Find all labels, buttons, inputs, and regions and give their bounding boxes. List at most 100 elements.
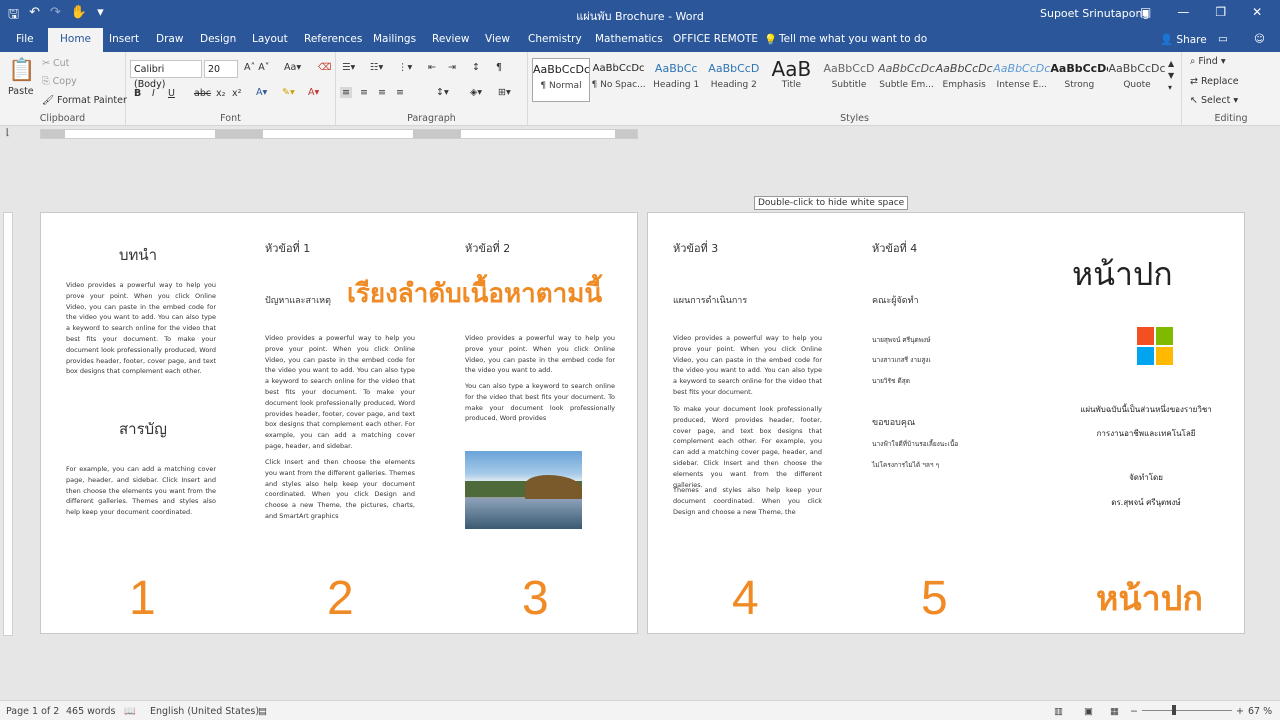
style-title[interactable]: AaB Title: [762, 58, 820, 102]
style-normal[interactable]: AaBbCcDc ¶ Normal: [532, 58, 590, 102]
tab-home[interactable]: Home: [48, 28, 104, 52]
page-2[interactable]: หัวข้อที่ 3 แผนการดำเนินการ Video provid…: [647, 212, 1245, 634]
align-right-icon[interactable]: ≡: [378, 87, 386, 98]
increase-indent-icon[interactable]: ⇥: [448, 62, 456, 73]
align-center-icon[interactable]: ≡: [360, 87, 368, 98]
style-heading-2[interactable]: AaBbCcD Heading 2: [705, 58, 763, 102]
style-preview: AaBbCcDc: [533, 63, 589, 76]
style-preview: AaBbCc: [654, 62, 698, 75]
smiley-icon[interactable]: ☺: [1254, 33, 1265, 45]
minimize-icon[interactable]: —: [1177, 5, 1189, 19]
highlight-icon[interactable]: ✎▾: [282, 87, 295, 98]
thanks-item: นางฟ้าใจดีที่บ้านรอเลี้ยงนะเนื้อ: [872, 440, 959, 448]
sort-icon[interactable]: ↕: [472, 62, 480, 73]
macro-icon[interactable]: ▤: [258, 706, 267, 717]
paragraph-label: Paragraph: [407, 113, 456, 124]
bullets-icon[interactable]: ☰▾: [342, 62, 355, 73]
topic-4-heading: หัวข้อที่ 4: [872, 242, 918, 255]
topic-1-heading: หัวข้อที่ 1: [265, 242, 311, 255]
proofing-icon[interactable]: 📖: [124, 706, 136, 717]
numbering-icon[interactable]: ☷▾: [370, 62, 383, 73]
style-subtle-em[interactable]: AaBbCcDc Subtle Em...: [878, 58, 936, 102]
topic-1-body-2: Click Insert and then choose the element…: [265, 458, 415, 520]
styles-scroll-icon[interactable]: ▲ ▼ ▾: [1168, 58, 1174, 94]
underline-button[interactable]: U: [168, 88, 175, 99]
find-button[interactable]: ⌕ Find ▾: [1190, 56, 1226, 67]
style-quote[interactable]: AaBbCcDc Quote: [1108, 58, 1166, 102]
comments-icon[interactable]: ▭: [1218, 33, 1228, 45]
paste-icon[interactable]: 📋: [8, 58, 35, 83]
format-painter-button[interactable]: 🖌 Format Painter: [42, 95, 127, 106]
superscript-button[interactable]: x²: [232, 88, 241, 99]
word-count[interactable]: 465 words: [66, 706, 115, 717]
replace-button[interactable]: ⇄ Replace: [1190, 76, 1239, 87]
close-icon[interactable]: ✕: [1252, 5, 1262, 19]
tab-office-remote[interactable]: OFFICE REMOTE: [673, 33, 758, 45]
horizontal-ruler[interactable]: [40, 129, 638, 139]
paste-button[interactable]: Paste: [8, 86, 34, 97]
print-layout-icon[interactable]: ▣: [1084, 706, 1093, 717]
vertical-ruler[interactable]: [3, 212, 13, 636]
strikethrough-button[interactable]: abc: [194, 88, 211, 99]
tab-design[interactable]: Design: [200, 33, 236, 45]
language[interactable]: English (United States): [150, 706, 259, 717]
copy-button[interactable]: ⎘ Copy: [42, 76, 77, 87]
zoom-level[interactable]: 67 %: [1248, 706, 1272, 717]
style-strong[interactable]: AaBbCcDc Strong: [1050, 58, 1108, 102]
shading-icon[interactable]: ◈▾: [470, 87, 482, 98]
align-left-icon[interactable]: ≡: [340, 87, 352, 98]
style-emphasis[interactable]: AaBbCcDc Emphasis: [935, 58, 993, 102]
style-subtitle[interactable]: AaBbCcD Subtitle: [820, 58, 878, 102]
tell-me-input[interactable]: Tell me what you want to do: [779, 33, 927, 45]
zoom-in-icon[interactable]: +: [1236, 706, 1244, 717]
line-spacing-icon[interactable]: ↕▾: [436, 87, 449, 98]
font-name-select[interactable]: Calibri (Body): [130, 60, 202, 90]
tab-review[interactable]: Review: [432, 33, 469, 45]
bold-button[interactable]: B: [134, 88, 141, 99]
lake-photo[interactable]: [465, 451, 582, 529]
font-color-icon[interactable]: A▾: [308, 87, 319, 98]
read-mode-icon[interactable]: ▥: [1054, 706, 1063, 717]
page-1[interactable]: บทนำ Video provides a powerful way to he…: [40, 212, 638, 634]
tab-selector-icon[interactable]: ⌊: [6, 128, 10, 138]
zoom-slider[interactable]: [1142, 710, 1232, 711]
subscript-button[interactable]: x₂: [216, 88, 225, 99]
tab-references[interactable]: References: [304, 33, 362, 45]
style-no-spac[interactable]: AaBbCcDc ¶ No Spac...: [590, 58, 648, 102]
tab-mailings[interactable]: Mailings: [373, 33, 416, 45]
team-heading: คณะผู้จัดทำ: [872, 296, 919, 306]
tab-view[interactable]: View: [485, 33, 510, 45]
multilevel-list-icon[interactable]: ⋮▾: [398, 62, 412, 73]
clear-format-icon[interactable]: ⌫: [318, 62, 331, 73]
italic-button[interactable]: I: [152, 88, 155, 99]
pilcrow-icon[interactable]: ¶: [496, 62, 502, 73]
tab-chemistry[interactable]: Chemistry: [528, 33, 582, 45]
tab-layout[interactable]: Layout: [252, 33, 288, 45]
ribbon-options-icon[interactable]: ▣: [1140, 5, 1151, 19]
decrease-indent-icon[interactable]: ⇤: [428, 62, 436, 73]
borders-icon[interactable]: ⊞▾: [498, 87, 511, 98]
change-case-icon[interactable]: Aa▾: [284, 62, 301, 73]
tab-insert[interactable]: Insert: [109, 33, 139, 45]
style-heading-1[interactable]: AaBbCc Heading 1: [647, 58, 705, 102]
restore-icon[interactable]: ❐: [1215, 5, 1226, 19]
zoom-out-icon[interactable]: −: [1130, 706, 1138, 717]
tooltip: Double-click to hide white space: [754, 196, 909, 210]
page-count[interactable]: Page 1 of 2: [6, 706, 59, 717]
user-name[interactable]: Supoet Srinutapong: [1040, 7, 1149, 20]
style-intense-e[interactable]: AaBbCcDc Intense E...: [993, 58, 1051, 102]
cut-button[interactable]: ✂ Cut: [42, 58, 69, 69]
tab-mathematics[interactable]: Mathematics: [595, 33, 663, 45]
text-effects-icon[interactable]: A▾: [256, 87, 267, 98]
font-size-select[interactable]: 20: [204, 60, 238, 78]
style-preview: AaBbCcD: [823, 62, 875, 75]
tab-file[interactable]: File: [16, 33, 34, 45]
web-layout-icon[interactable]: ▦: [1110, 706, 1119, 717]
tab-draw[interactable]: Draw: [156, 33, 183, 45]
zoom-slider-thumb[interactable]: [1172, 705, 1176, 715]
grow-font-icon[interactable]: A˄ A˅: [244, 62, 270, 73]
select-button[interactable]: ↖ Select ▾: [1190, 95, 1238, 106]
justify-icon[interactable]: ≡: [396, 87, 404, 98]
lightbulb-icon: 💡: [764, 34, 778, 46]
share-button[interactable]: 👤 Share: [1160, 33, 1207, 46]
